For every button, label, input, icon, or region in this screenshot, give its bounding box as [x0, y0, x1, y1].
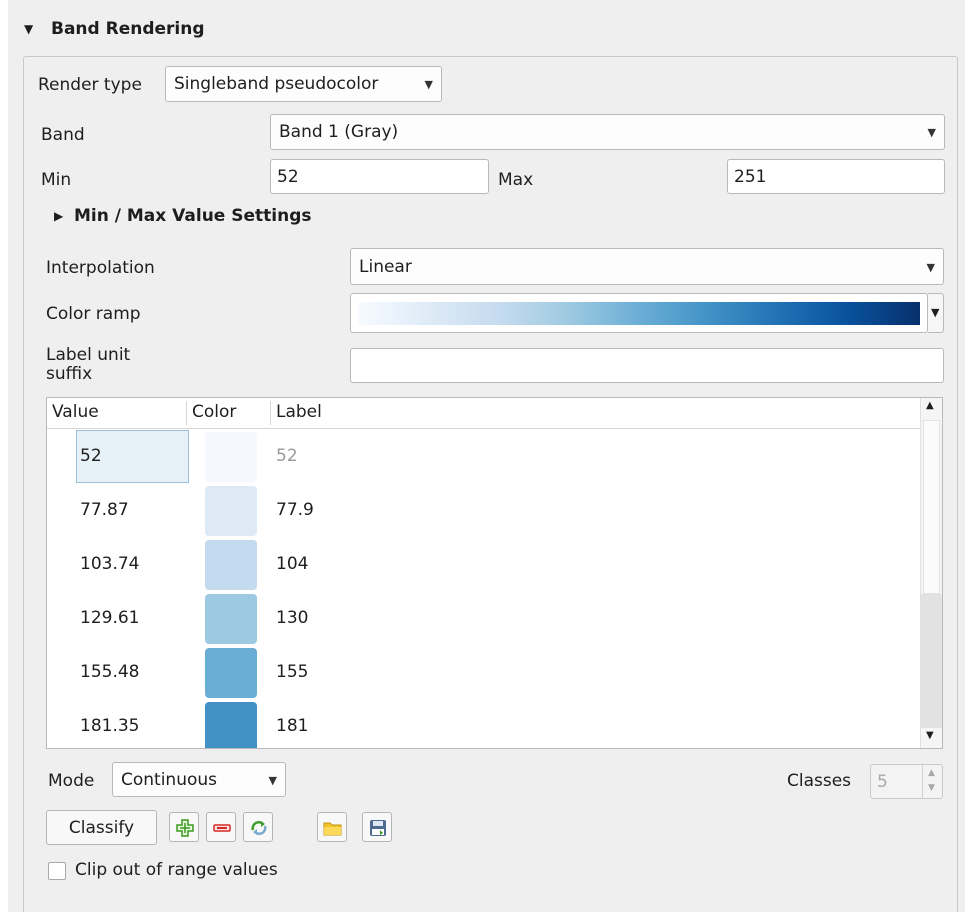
clip-label: Clip out of range values: [75, 860, 278, 880]
table-row[interactable]: 129.61 130: [47, 592, 920, 646]
band-combo[interactable]: Band 1 (Gray) ▼: [270, 114, 945, 150]
label-unit-suffix-line1: Label unit: [46, 345, 131, 365]
interpolation-value: Linear: [359, 256, 412, 277]
minmax-settings-toggle[interactable]: ▶ Min / Max Value Settings: [44, 205, 344, 231]
interpolation-combo[interactable]: Linear ▼: [350, 248, 944, 285]
table-row[interactable]: 155.48 155: [47, 646, 920, 700]
column-header-value[interactable]: Value: [52, 402, 99, 422]
color-ramp-preview: [358, 302, 920, 325]
row-value: 181.35: [80, 716, 140, 736]
color-ramp-dropdown[interactable]: ▼: [928, 293, 944, 333]
add-values-button[interactable]: [169, 812, 199, 842]
column-separator: [270, 401, 271, 425]
row-label: 130: [276, 608, 309, 628]
chevron-down-icon: ▼: [268, 773, 277, 787]
clip-out-of-range-option[interactable]: Clip out of range values: [46, 858, 316, 884]
row-value: 77.87: [80, 500, 129, 520]
remove-values-icon: [213, 824, 231, 832]
row-label: 181: [276, 716, 309, 736]
spin-up-icon: ▲: [928, 768, 935, 778]
column-header-label[interactable]: Label: [276, 402, 322, 422]
band-label: Band: [41, 125, 85, 145]
color-swatch[interactable]: [205, 594, 257, 644]
spin-arrows: ▲ ▼: [922, 765, 942, 798]
row-value: 129.61: [80, 608, 140, 628]
load-from-file-button[interactable]: [317, 812, 347, 842]
row-label: 155: [276, 662, 309, 682]
load-from-band-button[interactable]: [243, 812, 273, 842]
color-swatch[interactable]: [205, 648, 257, 698]
scroll-handle[interactable]: [923, 420, 940, 594]
render-type-combo[interactable]: Singleband pseudocolor ▼: [165, 66, 442, 102]
min-value: 52: [277, 166, 299, 187]
row-value: 103.74: [80, 554, 140, 574]
chevron-down-icon: ▼: [931, 306, 940, 319]
row-value: 155.48: [80, 662, 140, 682]
chevron-down-icon: ▼: [424, 78, 433, 92]
table-row[interactable]: 77.87 77.9: [47, 484, 920, 538]
remove-values-button[interactable]: [206, 812, 236, 842]
collapse-arrow-icon[interactable]: ▼: [24, 22, 33, 36]
color-ramp-label: Color ramp: [46, 304, 141, 324]
band-value: Band 1 (Gray): [279, 122, 399, 142]
max-label: Max: [498, 170, 534, 190]
color-ramp-button[interactable]: [350, 293, 928, 333]
save-icon: [370, 820, 386, 836]
max-value: 251: [734, 166, 767, 187]
export-to-file-button[interactable]: [362, 812, 392, 842]
max-input[interactable]: 251: [727, 159, 945, 194]
color-swatch[interactable]: [205, 486, 257, 536]
table-header: Value Color Label: [47, 398, 920, 429]
label-unit-suffix-label: Label unit suffix: [46, 346, 130, 384]
color-swatch[interactable]: [205, 702, 257, 748]
expand-arrow-icon: ▶: [54, 209, 64, 223]
minmax-settings-label: Min / Max Value Settings: [74, 206, 312, 226]
mode-combo[interactable]: Continuous ▼: [112, 762, 286, 797]
classes-label: Classes: [787, 771, 852, 791]
folder-icon: [323, 822, 342, 836]
min-label: Min: [41, 170, 72, 190]
table-scrollbar[interactable]: ▲ ▼: [920, 398, 942, 748]
table-row[interactable]: 103.74 104: [47, 538, 920, 592]
label-unit-suffix-input[interactable]: [350, 348, 944, 383]
scroll-up-icon[interactable]: ▲: [926, 400, 934, 411]
color-map-table[interactable]: Value Color Label 52 52 77.87 77.9 103.7…: [46, 397, 943, 749]
scroll-down-icon[interactable]: ▼: [926, 730, 934, 741]
render-type-label: Render type: [38, 75, 142, 95]
column-header-color[interactable]: Color: [192, 402, 236, 422]
add-values-icon: [176, 819, 194, 837]
render-type-value: Singleband pseudocolor: [174, 74, 379, 94]
row-label: 104: [276, 554, 309, 574]
min-input[interactable]: 52: [270, 159, 489, 194]
table-row[interactable]: 52 52: [47, 430, 920, 484]
classes-value: 5: [877, 772, 888, 792]
column-separator: [186, 401, 187, 425]
spin-down-icon: ▼: [928, 783, 935, 793]
row-label: 77.9: [276, 500, 314, 520]
color-swatch[interactable]: [205, 432, 257, 482]
row-value: 52: [80, 446, 102, 466]
interpolation-label: Interpolation: [46, 258, 155, 278]
classify-label: Classify: [68, 817, 135, 838]
chevron-down-icon: ▼: [926, 260, 935, 274]
scroll-track[interactable]: [921, 594, 942, 728]
classify-button[interactable]: Classify: [46, 810, 157, 845]
color-swatch[interactable]: [205, 540, 257, 590]
section-title: Band Rendering: [51, 19, 205, 39]
load-from-band-icon: [251, 821, 267, 835]
chevron-down-icon: ▼: [927, 126, 936, 140]
table-row[interactable]: 181.35 181: [47, 700, 920, 748]
label-unit-suffix-line2: suffix: [46, 364, 93, 384]
classes-spinbox: 5 ▲ ▼: [870, 764, 943, 799]
mode-value: Continuous: [121, 769, 218, 790]
mode-label: Mode: [48, 771, 95, 791]
row-label: 52: [276, 446, 298, 466]
clip-checkbox[interactable]: [48, 862, 66, 880]
band-rendering-header[interactable]: ▼ Band Rendering: [8, 0, 965, 56]
